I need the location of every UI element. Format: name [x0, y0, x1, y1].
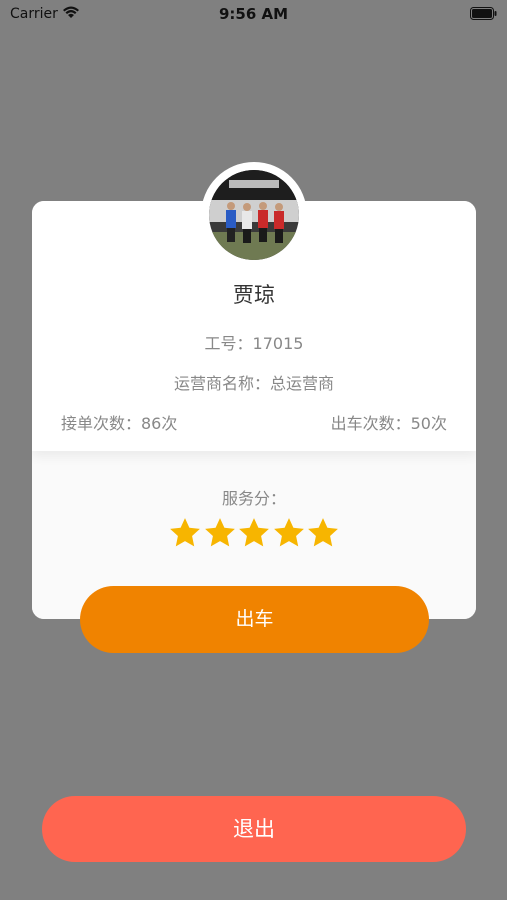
avatar: [209, 170, 299, 260]
star-icon: [239, 518, 269, 547]
depart-button[interactable]: 出车: [80, 586, 429, 653]
status-bar: Carrier 9:56 AM: [0, 0, 507, 28]
star-icon: [273, 518, 304, 547]
order-count: 接单次数：86次: [61, 414, 178, 433]
status-time: 9:56 AM: [218, 5, 289, 23]
operator-name: 运营商名称：总运营商: [173, 374, 334, 393]
trip-count: 出车次数：50次: [330, 414, 447, 433]
service-score-label: 服务分：: [221, 489, 286, 508]
avatar-frame: [201, 162, 307, 268]
star-icon: [308, 518, 338, 547]
battery-icon: [470, 7, 497, 20]
star-rating: [168, 516, 340, 552]
star-icon: [170, 518, 200, 547]
employee-id: 工号：17015: [204, 334, 304, 353]
star-icon: [204, 518, 235, 547]
logout-button[interactable]: 退出: [42, 796, 466, 862]
driver-name: 贾琼: [233, 283, 275, 307]
